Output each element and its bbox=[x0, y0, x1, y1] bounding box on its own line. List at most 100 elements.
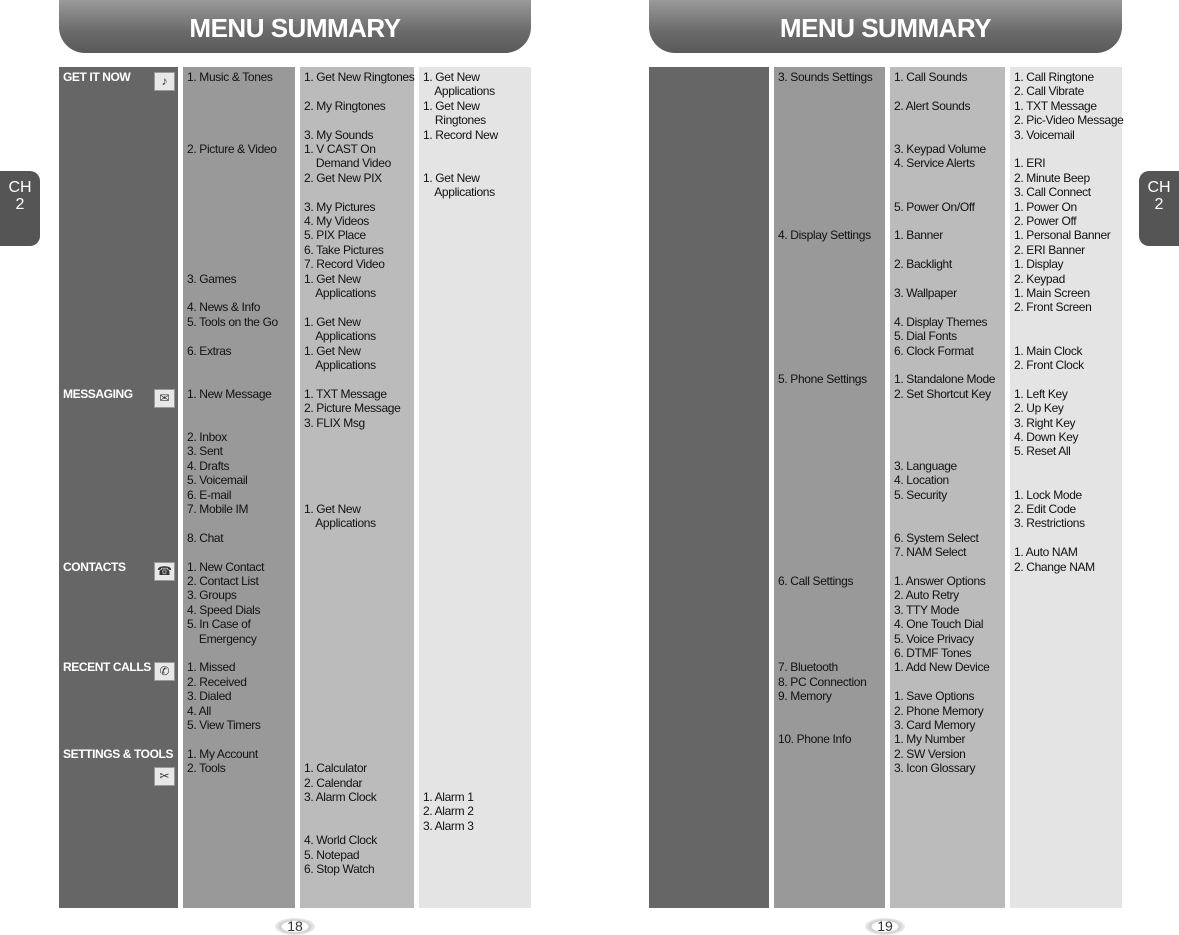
menu-item: 6. Call Settings bbox=[778, 574, 854, 588]
menu-item: 2. Alarm 2 bbox=[423, 804, 474, 819]
menu-item: 5. Reset All bbox=[1014, 444, 1071, 459]
menu-item: 1. TXT Message bbox=[304, 386, 387, 401]
menu-item: 4. Location bbox=[894, 473, 949, 488]
menu-item: 3. Alarm 3 bbox=[423, 818, 474, 833]
menu-item: 1. My Account bbox=[187, 746, 258, 761]
menu-item: 3. Dialed bbox=[187, 689, 232, 704]
menu-item: 2. Call Vibrate bbox=[1014, 84, 1084, 99]
menu-item: 2. Tools bbox=[187, 761, 226, 776]
chapter-tab-right: CH 2 bbox=[1139, 171, 1179, 246]
menu-item: 2. Power Off bbox=[1014, 214, 1077, 228]
menu-item: 3. Keypad Volume bbox=[894, 142, 986, 156]
menu-item: 1. Calculator bbox=[304, 761, 367, 776]
menu-item: 3. TTY Mode bbox=[894, 602, 960, 617]
menu-item: 4. Drafts bbox=[187, 458, 230, 473]
menu-item: 5. Dial Fonts bbox=[894, 329, 957, 344]
menu-item: 1. Record New bbox=[423, 127, 498, 142]
menu-item: 5. View Timers bbox=[187, 718, 261, 732]
page-number-left: 18 bbox=[275, 918, 315, 935]
menu-category: GET IT NOW bbox=[63, 70, 131, 84]
menu-column-left-2: 1. Music & Tones 2. Picture & Video 3. Gam… bbox=[183, 67, 295, 908]
menu-item: 6. Take Pictures bbox=[304, 242, 384, 257]
menu-item: 1. Get New bbox=[304, 314, 361, 329]
menu-item: 1. Call Ringtone bbox=[1014, 70, 1094, 84]
menu-item: 3. Icon Glossary bbox=[894, 761, 976, 776]
menu-item: 2. Phone Memory bbox=[894, 703, 984, 718]
menu-item: 2. Keypad bbox=[1014, 271, 1065, 286]
banner-left: MENU SUMMARY bbox=[59, 0, 531, 53]
menu-column-right-2: 3. Sounds Settings 4. Display Settings 5. … bbox=[774, 67, 885, 908]
menu-item: 3. Call Connect bbox=[1014, 185, 1091, 200]
menu-item: 4. Down Key bbox=[1014, 430, 1079, 444]
menu-item: Ringtones bbox=[423, 113, 486, 128]
menu-item: 1. Add New Device bbox=[894, 660, 990, 675]
menu-item: 1. Missed bbox=[187, 660, 236, 675]
menu-item: Applications bbox=[304, 358, 376, 372]
contacts-icon: ☎ bbox=[154, 561, 175, 581]
menu-item: 5. Power On/Off bbox=[894, 199, 975, 214]
menu-item: 6. Extras bbox=[187, 343, 232, 358]
menu-column-right-4: 1. Call Ringtone 2. Call Vibrate 1. TXT Me… bbox=[1010, 67, 1124, 908]
menu-item: 1. Get New Ringtones bbox=[304, 70, 415, 84]
menu-item: Applications bbox=[304, 286, 376, 300]
menu-item: 5. Phone Settings bbox=[778, 372, 867, 387]
menu-item: 1. Save Options bbox=[894, 689, 975, 704]
menu-item: 3. My Sounds bbox=[304, 127, 374, 142]
menu-item: 7. Bluetooth bbox=[778, 660, 838, 675]
menu-item: 1. Music & Tones bbox=[187, 70, 273, 84]
menu-item: 2. Change NAM bbox=[1014, 559, 1095, 574]
menu-item: 1. Left Key bbox=[1014, 386, 1068, 401]
menu-item: 1. My Number bbox=[894, 732, 966, 747]
menu-item: 2. Auto Retry bbox=[894, 588, 959, 603]
messaging-icon: ✉ bbox=[154, 388, 175, 408]
menu-item: 7. Record Video bbox=[304, 257, 385, 272]
menu-item: 2. Alert Sounds bbox=[894, 98, 971, 113]
menu-item: 6. System Select bbox=[894, 530, 979, 545]
menu-item: 4. One Touch Dial bbox=[894, 617, 984, 632]
menu-column-right-1 bbox=[649, 67, 769, 908]
menu-item: 1. Display bbox=[1014, 257, 1064, 272]
menu-item: 2. SW Version bbox=[894, 746, 966, 761]
menu-item: 9. Memory bbox=[778, 689, 832, 704]
menu-item: 2. My Ringtones bbox=[304, 98, 386, 113]
menu-category: CONTACTS bbox=[63, 559, 126, 574]
menu-item: 1. Get New bbox=[304, 271, 361, 286]
chapter-tab-left: CH 2 bbox=[0, 171, 40, 246]
menu-item: 1. TXT Message bbox=[1014, 98, 1097, 113]
menu-item: 5. Security bbox=[894, 487, 947, 502]
menu-item: 3. My Pictures bbox=[304, 199, 376, 214]
menu-item: 1. New Message bbox=[187, 386, 272, 401]
menu-item: 1. Power On bbox=[1014, 199, 1077, 214]
menu-item: 4. Display Themes bbox=[894, 314, 988, 329]
menu-item: 5. Voicemail bbox=[187, 473, 248, 488]
menu-item: 2. Received bbox=[187, 674, 247, 689]
menu-item: 3. Language bbox=[894, 458, 957, 473]
menu-item: 3. Right Key bbox=[1014, 415, 1076, 430]
menu-item: 1. Get New bbox=[423, 70, 480, 84]
menu-item: 1. Personal Banner bbox=[1014, 228, 1111, 243]
menu-item: 2. Inbox bbox=[187, 430, 227, 444]
menu-item: 2. Backlight bbox=[894, 257, 952, 272]
menu-category: MESSAGING bbox=[63, 386, 133, 401]
menu-item: 5. Notepad bbox=[304, 847, 360, 862]
menu-item: 7. NAM Select bbox=[894, 545, 967, 560]
menu-item: 4. All bbox=[187, 703, 211, 718]
recent-calls-icon: ✆ bbox=[154, 662, 175, 682]
menu-item: 2. Edit Code bbox=[1014, 502, 1076, 516]
menu-item: 4. Service Alerts bbox=[894, 156, 975, 171]
menu-item: Applications bbox=[423, 84, 495, 99]
menu-item: 4. Display Settings bbox=[778, 228, 871, 243]
menu-column-left-3: 1. Get New Ringtones 2. My Ringtones 3. My… bbox=[300, 67, 415, 908]
menu-item: 10. Phone Info bbox=[778, 732, 852, 747]
menu-category: RECENT CALLS bbox=[63, 660, 151, 675]
menu-item: 2. Pic-Video Message bbox=[1014, 113, 1124, 128]
menu-item: 1. Get New bbox=[423, 98, 480, 113]
menu-item: 5. In Case of bbox=[187, 617, 251, 632]
menu-item: 3. Alarm Clock bbox=[304, 790, 377, 804]
menu-item: 3. Restrictions bbox=[1014, 516, 1085, 531]
menu-item: 1. ERI bbox=[1014, 156, 1046, 171]
menu-item: 5. PIX Place bbox=[304, 228, 366, 243]
menu-item: 1. Standalone Mode bbox=[894, 372, 996, 387]
menu-item: 1. Auto NAM bbox=[1014, 545, 1078, 560]
menu-item: 3. Sounds Settings bbox=[778, 70, 873, 84]
